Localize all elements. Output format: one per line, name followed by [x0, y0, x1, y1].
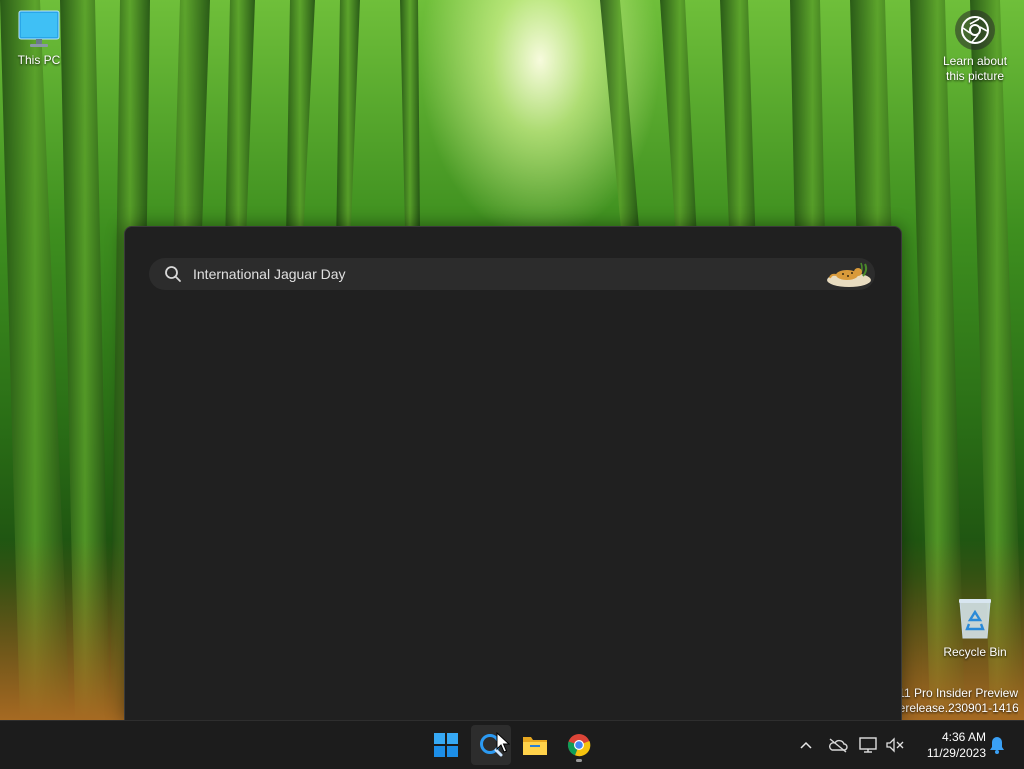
- clock[interactable]: 4:36 AM 11/29/2023: [912, 729, 986, 761]
- running-indicator: [576, 759, 582, 762]
- desktop-icon-this-pc[interactable]: This PC: [8, 10, 70, 67]
- cloud-offline-icon: [829, 738, 848, 753]
- clock-time: 4:36 AM: [941, 730, 986, 744]
- volume-muted-icon: [886, 737, 904, 753]
- learn-label-line2: this picture: [945, 69, 1005, 83]
- clock-date: 11/29/2023: [926, 746, 986, 760]
- file-explorer-icon: [523, 737, 547, 755]
- learn-about-picture[interactable]: Learn about this picture: [936, 10, 1014, 84]
- desktop-icon-label: This PC: [17, 53, 61, 67]
- notifications-button[interactable]: [986, 734, 1008, 756]
- search-input[interactable]: International Jaguar Day: [193, 266, 346, 282]
- desktop-icon-label: Recycle Bin: [943, 645, 1007, 659]
- network-icon: [859, 737, 877, 753]
- jaguar-highlight-icon[interactable]: [825, 260, 873, 288]
- network-button[interactable]: [858, 734, 880, 756]
- watermark-line2: prerelease.230901-1416: [888, 701, 1018, 715]
- monitor-icon: [18, 10, 60, 47]
- learn-label-line1: Learn about: [942, 54, 1008, 68]
- search-panel: International Jaguar Day: [124, 226, 902, 721]
- show-hidden-icons-button[interactable]: [795, 734, 817, 756]
- taskbar: 4:36 AM 11/29/2023: [0, 720, 1024, 769]
- onedrive-button[interactable]: [827, 734, 849, 756]
- desktop-icon-recycle-bin[interactable]: Recycle Bin: [938, 596, 1012, 659]
- os-watermark: s 11 Pro Insider Preview prerelease.2309…: [888, 686, 1018, 716]
- volume-button[interactable]: [884, 734, 906, 756]
- chrome-icon: [567, 734, 591, 757]
- start-button[interactable]: [426, 725, 466, 765]
- chrome-button[interactable]: [559, 725, 599, 765]
- file-explorer-button[interactable]: [515, 725, 555, 765]
- windows-start-icon: [434, 733, 458, 757]
- bell-icon: [990, 737, 1004, 754]
- search-box[interactable]: International Jaguar Day: [149, 258, 875, 290]
- mouse-cursor-icon: [496, 732, 510, 753]
- watermark-line1: s 11 Pro Insider Preview: [888, 686, 1018, 700]
- chevron-up-icon: [800, 741, 812, 749]
- search-icon: [165, 266, 181, 282]
- recycle-bin-icon: [959, 599, 991, 639]
- camera-icon: [955, 10, 995, 50]
